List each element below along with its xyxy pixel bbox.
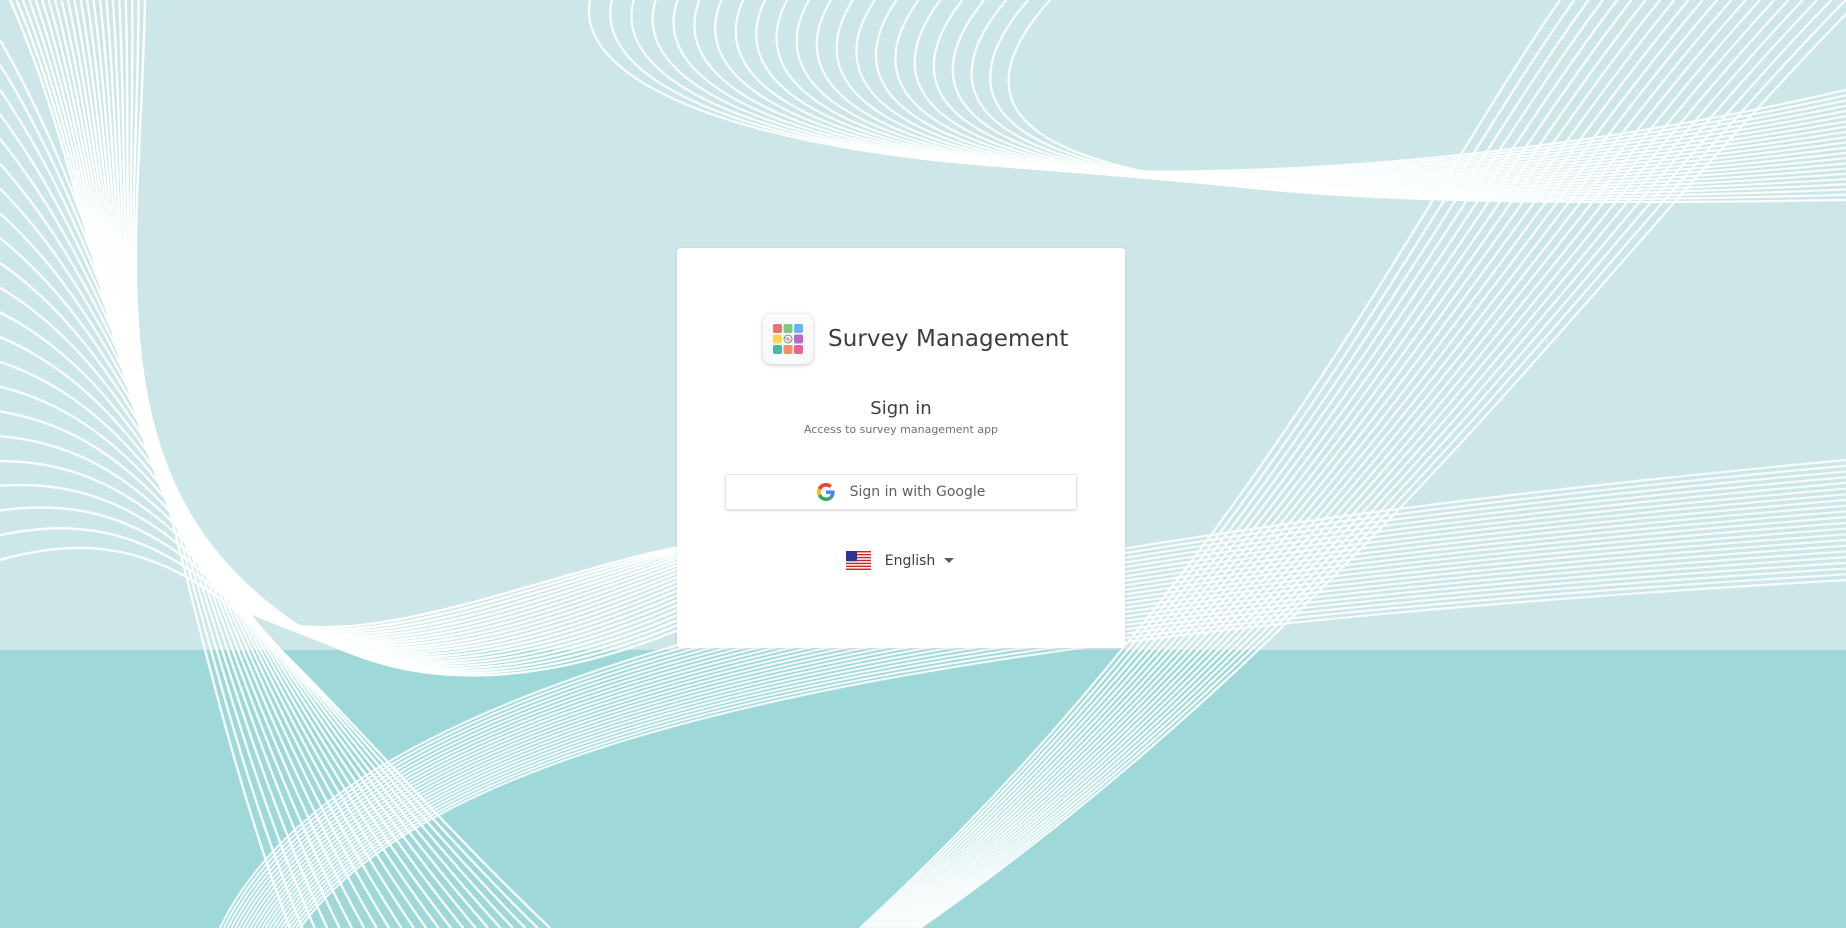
wave-line (0, 39, 292, 928)
survey-app-logo-icon: % (763, 314, 813, 364)
wave-line (40, 0, 759, 640)
signin-subtitle: Access to survey management app (803, 423, 999, 436)
app-title: Survey Management (828, 326, 1069, 352)
language-label: English (884, 552, 936, 569)
wave-line (47, 0, 767, 642)
brand: % Survey Management (763, 314, 1069, 364)
wave-line (0, 483, 514, 928)
wave-line (630, 0, 1846, 175)
google-signin-label: Sign in with Google (849, 484, 986, 500)
wave-line (34, 0, 751, 638)
login-page: % Survey Management Sign in Access to su… (0, 0, 1846, 928)
wave-line (0, 113, 329, 928)
svg-text:%: % (785, 337, 791, 344)
us-flag-icon (845, 551, 871, 570)
signin-title: Sign in (870, 398, 932, 419)
wave-line (0, 138, 341, 928)
google-g-icon (816, 483, 835, 501)
google-signin-button[interactable]: Sign in with Google (725, 474, 1077, 510)
language-selector[interactable]: English (677, 551, 1125, 570)
caret-down-icon (944, 558, 955, 563)
signin-card: % Survey Management Sign in Access to su… (677, 248, 1125, 648)
wave-line (53, 0, 774, 645)
wave-line (0, 163, 353, 928)
wave-line (0, 64, 304, 928)
